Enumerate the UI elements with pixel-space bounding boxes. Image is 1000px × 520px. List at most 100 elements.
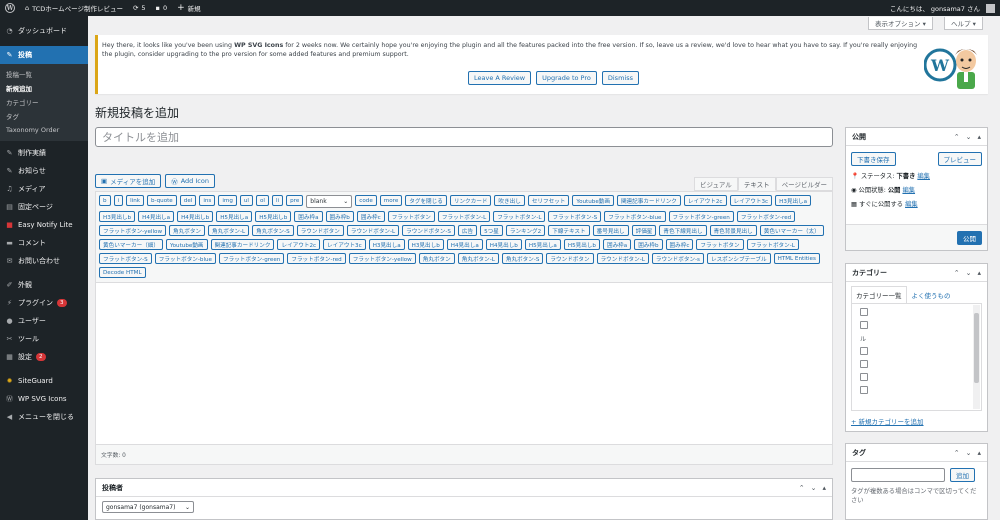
quicktag-button[interactable]: H5見出しb xyxy=(563,239,600,250)
quicktag-button[interactable]: H3見出しb xyxy=(99,211,136,222)
quicktag-button[interactable]: 囲み枠c xyxy=(356,211,385,222)
quicktag-button[interactable]: フラットボタン-yellow xyxy=(99,225,167,236)
edit-schedule-link[interactable]: 編集 xyxy=(905,201,918,208)
sidebar-item-comments[interactable]: ▬ コメント xyxy=(0,234,88,252)
submenu-categories[interactable]: カテゴリー xyxy=(0,95,88,109)
site-name-link[interactable]: ⌂ TCDホームページ制作レビュー xyxy=(20,0,128,16)
tag-input[interactable] xyxy=(851,468,945,482)
quicktag-button[interactable]: フラットボタン-S xyxy=(548,211,602,222)
quicktag-button[interactable]: レイアウト3c xyxy=(323,239,366,250)
category-checkbox[interactable] xyxy=(860,308,868,316)
category-checkbox[interactable] xyxy=(860,360,868,368)
quicktag-button[interactable]: フラットボタン-red xyxy=(736,211,796,222)
leave-review-button[interactable]: Leave A Review xyxy=(468,71,532,85)
quicktag-button[interactable]: レイアウト2c xyxy=(277,239,321,250)
toggle-icon[interactable]: ▴ xyxy=(822,484,826,492)
quicktag-button[interactable]: フラットボタン-L xyxy=(746,239,799,250)
quicktag-button[interactable]: 黄色いマーカー（太） xyxy=(759,225,824,236)
scrollbar-thumb[interactable] xyxy=(974,313,979,383)
updates-link[interactable]: ⟳ 5 xyxy=(128,0,151,16)
quicktag-button[interactable]: 囲み枠a xyxy=(602,239,632,250)
quicktag-button[interactable]: H4見出しa xyxy=(138,211,175,222)
sidebar-item-dashboard[interactable]: ◔ ダッシュボード xyxy=(0,22,88,40)
quicktag-button[interactable]: タグを閉じる xyxy=(405,195,447,206)
quicktag-button[interactable]: code xyxy=(355,195,377,206)
quicktag-button[interactable]: H4見出しb xyxy=(485,239,522,250)
quicktag-button[interactable]: 角丸ボタン xyxy=(418,253,455,264)
quicktag-button[interactable]: レイアウト3c xyxy=(729,195,773,206)
tab-all-categories[interactable]: カテゴリー一覧 xyxy=(851,286,907,303)
post-title-input[interactable]: タイトルを追加 xyxy=(95,127,833,147)
quicktag-button[interactable]: セリフセット xyxy=(527,195,570,206)
publish-button[interactable]: 公開 xyxy=(957,231,982,245)
quicktag-button[interactable]: 関連記事カードリンク xyxy=(210,239,275,250)
quicktag-button[interactable]: 吹き出し xyxy=(494,195,525,206)
quicktag-button[interactable]: フラットボタン xyxy=(387,211,435,222)
save-draft-button[interactable]: 下書き保存 xyxy=(851,152,896,166)
quicktag-button[interactable]: 関連記事カードリンク xyxy=(616,195,681,206)
tab-visual[interactable]: ビジュアル xyxy=(693,177,738,191)
category-checkbox[interactable] xyxy=(860,321,868,329)
category-scrollbar[interactable] xyxy=(973,305,980,409)
quicktag-button[interactable]: H3見出しa xyxy=(368,239,405,250)
quicktag-button[interactable]: H5見出しa xyxy=(216,211,253,222)
quicktag-button[interactable]: リンクカード xyxy=(449,195,492,206)
quicktag-button[interactable]: レイアウト2c xyxy=(683,195,727,206)
preview-button[interactable]: プレビュー xyxy=(937,152,982,166)
sidebar-item-settings[interactable]: ▦ 設定 2 xyxy=(0,348,88,366)
add-tag-button[interactable]: 追加 xyxy=(950,468,975,482)
quicktag-button[interactable]: 下線テキスト xyxy=(548,225,590,236)
add-icon-button[interactable]: Ⓦ Add Icon xyxy=(165,174,215,188)
help-button[interactable]: ヘルプ ▾ xyxy=(944,17,983,30)
quicktag-button[interactable]: 角丸ボタン-S xyxy=(252,225,294,236)
sidebar-item-media[interactable]: ♫ メディア xyxy=(0,180,88,198)
quicktag-button[interactable]: フラットボタン-green xyxy=(668,211,734,222)
quicktag-button[interactable]: H5見出しa xyxy=(524,239,561,250)
quicktag-button[interactable]: フラットボタン xyxy=(696,239,744,250)
text-editor[interactable]: b i link b-quote del ins img ul ol li pre blank ⌄ cod… xyxy=(95,191,833,465)
quicktag-button[interactable]: del xyxy=(179,195,197,206)
quicktag-button[interactable]: 角丸ボタン-S xyxy=(501,253,544,264)
quicktag-button[interactable]: H3見出しb xyxy=(407,239,444,250)
quicktag-button[interactable]: ラウンドボタン-s xyxy=(651,253,704,264)
quicktag-button[interactable]: 囲み枠c xyxy=(665,239,694,250)
quicktag-button[interactable]: 角丸ボタン-L xyxy=(208,225,250,236)
sidebar-item-news[interactable]: ✎ お知らせ xyxy=(0,162,88,180)
quicktag-button[interactable]: ol xyxy=(256,195,269,206)
quicktag-button[interactable]: フラットボタン-red xyxy=(287,253,346,264)
quicktag-button[interactable]: ラウンドボタン-L xyxy=(596,253,649,264)
sidebar-item-tools[interactable]: ✂ ツール xyxy=(0,330,88,348)
sidebar-item-pages[interactable]: ▤ 固定ページ xyxy=(0,198,88,216)
move-up-icon[interactable]: ⌃ xyxy=(954,449,960,457)
category-checkbox[interactable] xyxy=(860,386,868,394)
sidebar-item-contact[interactable]: ✉ お問い合わせ xyxy=(0,252,88,270)
quicktag-button[interactable]: ラウンドボタン-S xyxy=(402,225,455,236)
quicktag-button[interactable]: H4見出しb xyxy=(177,211,214,222)
quicktag-button[interactable]: 番号見出し xyxy=(592,225,629,236)
quicktag-button[interactable]: 青色下線見出し xyxy=(659,225,707,236)
move-up-icon[interactable]: ⌃ xyxy=(954,133,960,141)
move-down-icon[interactable]: ⌄ xyxy=(966,269,972,277)
submenu-taxonomy-order[interactable]: Taxonomy Order xyxy=(0,123,88,137)
sidebar-item-posts[interactable]: ✎ 投稿 xyxy=(0,46,88,64)
author-select[interactable]: gonsama7 (gonsama7) ⌄ xyxy=(102,501,194,513)
quicktag-button[interactable]: 囲み枠a xyxy=(294,211,323,222)
quicktag-button[interactable]: li xyxy=(271,195,284,206)
tab-popular-categories[interactable]: よく使うもの xyxy=(907,286,956,303)
new-content-link[interactable]: + 新規 xyxy=(172,0,206,16)
quicktag-button[interactable]: フラットボタン-blue xyxy=(604,211,666,222)
quicktag-button[interactable]: Youtube動画 xyxy=(165,239,208,250)
quicktag-button[interactable]: ラウンドボタン xyxy=(546,253,594,264)
quicktag-button[interactable]: b xyxy=(99,195,111,206)
edit-visibility-link[interactable]: 編集 xyxy=(902,187,915,194)
dismiss-button[interactable]: Dismiss xyxy=(601,71,639,85)
comments-link[interactable]: ▪ 0 xyxy=(151,0,173,16)
quicktag-button[interactable]: i xyxy=(113,195,124,206)
quicktag-button[interactable]: 角丸ボタン xyxy=(169,225,206,236)
quicktag-button[interactable]: ul xyxy=(239,195,253,206)
tab-page-builder[interactable]: ページビルダー xyxy=(775,177,833,191)
edit-status-link[interactable]: 編集 xyxy=(917,173,930,180)
quicktag-button[interactable]: フラットボタン-green xyxy=(219,253,285,264)
move-down-icon[interactable]: ⌄ xyxy=(966,449,972,457)
quicktag-button[interactable]: ins xyxy=(199,195,216,206)
